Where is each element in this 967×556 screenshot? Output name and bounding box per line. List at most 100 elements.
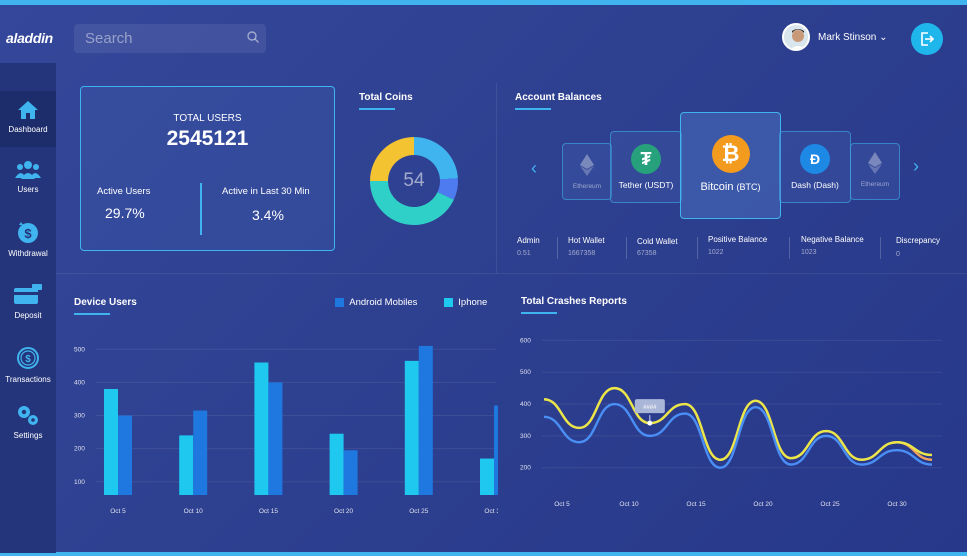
tether-icon: ₮	[631, 144, 661, 174]
withdrawal-icon: $	[18, 222, 38, 243]
coin-card-ethereum[interactable]: Ethereum	[562, 143, 612, 200]
sidebar-item-label: Dashboard	[8, 125, 48, 134]
balance-value: 1022	[708, 249, 724, 256]
users-icon	[15, 161, 41, 179]
x-tick-label: Oct 20	[753, 501, 773, 508]
coin-name: Tether (USDT)	[618, 180, 674, 190]
dashboard-frame: aladdin Mark Stinson ⌄ Dashboard Users	[0, 0, 967, 556]
logout-icon	[921, 32, 935, 46]
top-bar: aladdin Mark Stinson ⌄	[0, 10, 967, 63]
tooltip-dot	[647, 420, 653, 426]
y-tick-label: 200	[74, 446, 85, 453]
x-tick-label: Oct 15	[686, 501, 706, 508]
sidebar-item-label: Users	[17, 185, 39, 194]
sidebar-item-transactions[interactable]: $ Transactions	[0, 345, 56, 395]
sidebar: Dashboard Users $ Withdrawal Deposit $ T…	[0, 63, 56, 553]
x-tick-label: Oct 30	[484, 508, 498, 515]
sidebar-item-withdrawal[interactable]: $ Withdrawal	[0, 221, 56, 271]
bar-iphone	[104, 389, 118, 495]
user-name[interactable]: Mark Stinson ⌄	[818, 32, 888, 43]
avatar	[782, 23, 810, 51]
coin-name: Dash (Dash)	[791, 180, 839, 190]
transactions-icon: $	[17, 347, 39, 369]
legend-iphone: Iphone	[444, 297, 487, 308]
balance-value: 1023	[801, 249, 817, 256]
y-tick-label: 500	[74, 346, 85, 353]
gears-icon	[18, 406, 38, 425]
balance-label: Discrepancy	[896, 236, 941, 245]
sidebar-item-label: Transactions	[5, 375, 51, 384]
bar-android-mobiles	[118, 415, 132, 495]
active-users-label: Active Users	[97, 186, 151, 197]
sidebar-item-users[interactable]: Users	[0, 159, 56, 209]
legend-swatch-iphone	[444, 297, 453, 307]
search-icon[interactable]	[246, 30, 260, 49]
svg-text:$: $	[24, 226, 32, 241]
coin-card-dash[interactable]: Đ Dash (Dash)	[779, 131, 851, 203]
balance-value: 0.51	[517, 250, 531, 257]
active-users-value: 29.7%	[105, 205, 145, 221]
sidebar-item-label: Settings	[13, 431, 43, 440]
coin-card-bitcoin[interactable]: ₿ Bitcoin (BTC)	[680, 112, 781, 219]
total-coins-title: Total Coins	[359, 92, 413, 110]
coin-name: Ethereum	[860, 181, 890, 188]
coin-name: Ethereum	[572, 183, 602, 190]
sidebar-item-label: Deposit	[14, 311, 42, 320]
y-tick-label: 500	[520, 369, 531, 376]
coin-card-ethereum-2[interactable]: Ethereum	[850, 143, 900, 200]
balance-separator	[557, 237, 558, 259]
carousel-next-button[interactable]: ›	[913, 156, 919, 177]
y-tick-label: 300	[520, 433, 531, 440]
bar-android-mobiles	[193, 410, 208, 495]
dash-icon: Đ	[800, 144, 830, 174]
x-tick-label: Oct 20	[334, 508, 354, 515]
total-coins-value: 54	[403, 170, 425, 191]
balance-label: Positive Balance	[708, 235, 768, 244]
balance-separator	[880, 237, 881, 259]
sidebar-item-dashboard[interactable]: Dashboard	[0, 91, 56, 147]
deposit-card-icon	[14, 284, 42, 304]
x-tick-label: Oct 30	[887, 501, 907, 508]
y-tick-label: 400	[74, 379, 85, 386]
balance-value: 1667358	[568, 250, 596, 257]
search-box[interactable]	[74, 24, 266, 53]
bar-iphone	[254, 362, 269, 495]
balance-separator	[626, 237, 627, 259]
x-tick-label: Oct 25	[409, 508, 429, 515]
legend-swatch-android	[335, 297, 344, 307]
bar-iphone	[404, 360, 419, 495]
svg-text:$: $	[25, 354, 31, 365]
sidebar-item-settings[interactable]: Settings	[0, 403, 56, 453]
y-tick-label: 200	[520, 465, 531, 472]
balance-separator	[697, 237, 698, 259]
device-users-title: Device Users	[74, 297, 137, 315]
ethereum-icon	[868, 152, 882, 174]
active-30-label: Active in Last 30 Min	[222, 186, 310, 197]
bar-android-mobiles	[418, 345, 433, 495]
balance-label: Hot Wallet	[568, 236, 605, 245]
carousel-prev-button[interactable]: ‹	[531, 158, 537, 179]
sidebar-item-label: Withdrawal	[8, 249, 48, 258]
bar-iphone	[179, 435, 194, 495]
divider-horizontal	[56, 273, 967, 274]
search-input[interactable]	[74, 24, 234, 53]
device-users-chart: 100 200 300 400 500 Oct 5 Oct 10 Oct 15 Oct 20 Oc…	[74, 345, 498, 515]
balance-label: Cold Wallet	[637, 237, 678, 246]
coin-card-tether[interactable]: ₮ Tether (USDT)	[610, 131, 682, 203]
balance-separator	[789, 237, 790, 259]
total-users-value: 2545121	[166, 127, 249, 150]
balance-value: 0	[896, 251, 900, 258]
bar-iphone	[329, 433, 344, 495]
bar-android-mobiles	[494, 405, 498, 495]
logout-button[interactable]	[911, 23, 943, 55]
bar-android-mobiles	[343, 450, 358, 495]
x-tick-label: Oct 10	[619, 501, 639, 508]
app-logo[interactable]: aladdin	[6, 30, 53, 46]
balance-label: Negative Balance	[801, 235, 864, 244]
total-users-label: TOTAL USERS	[173, 113, 242, 124]
y-tick-label: 300	[74, 413, 85, 420]
tooltip-text: ####	[643, 405, 657, 411]
sidebar-item-deposit[interactable]: Deposit	[0, 283, 56, 333]
bitcoin-icon: ₿	[711, 135, 750, 173]
coin-name-bitcoin: Bitcoin (BTC)	[700, 181, 761, 193]
